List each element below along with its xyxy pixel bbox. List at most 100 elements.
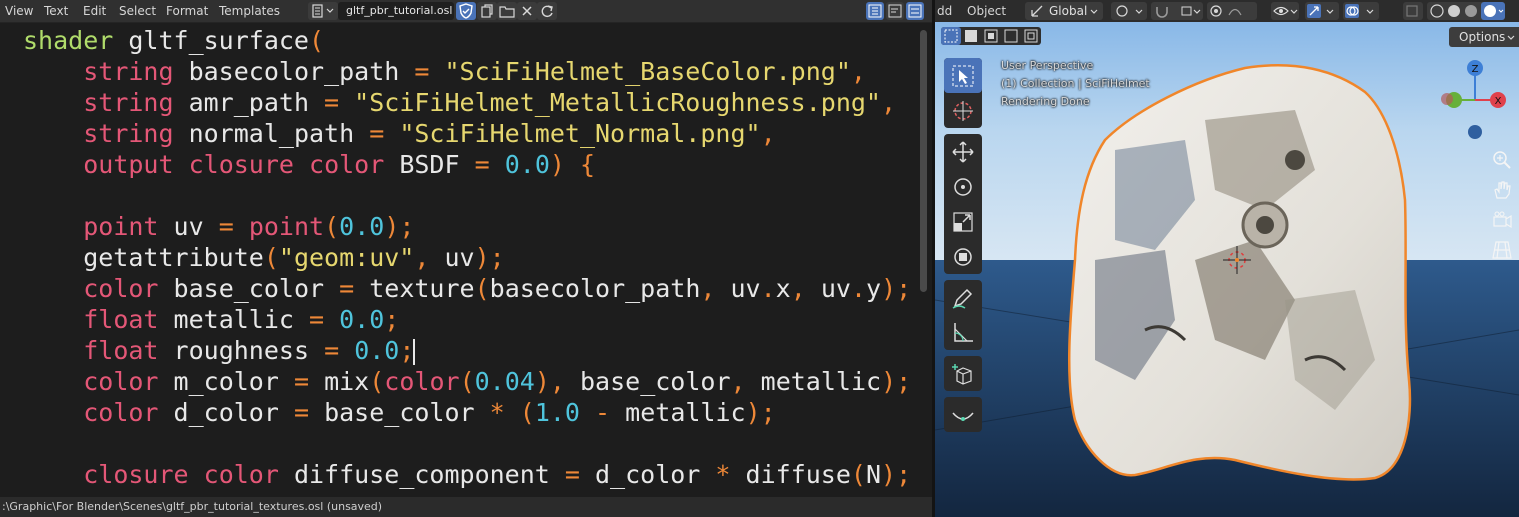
zoom-button[interactable] [1490, 148, 1514, 178]
code-token: ( [850, 460, 866, 489]
code-token: 1.0 [534, 398, 580, 427]
code-line[interactable]: float metallic = 0.0; [0, 304, 918, 335]
code-line[interactable]: float roughness = 0.0; [0, 335, 918, 366]
code-token: ( [308, 26, 325, 55]
code-token: color [203, 460, 279, 489]
text-document-icon [312, 4, 334, 18]
fake-user-button[interactable] [456, 2, 476, 20]
visibility-dropdown[interactable] [1271, 2, 1299, 20]
snap-dropdown[interactable] [1151, 2, 1203, 20]
xray-toggle[interactable] [1403, 2, 1423, 20]
menu-view[interactable]: View [1, 0, 37, 22]
tool-annotate[interactable] [944, 280, 982, 315]
code-line[interactable]: color base_color = texture(basecolor_pat… [0, 273, 918, 304]
code-line[interactable] [0, 428, 918, 459]
code-line[interactable]: color d_color = base_color * (1.0 - meta… [0, 397, 918, 428]
code-token: color [83, 367, 159, 396]
cursor-icon [953, 101, 973, 121]
grid-icon [1492, 241, 1512, 259]
tool-rotate[interactable] [944, 169, 982, 204]
menu-object[interactable]: Object [967, 0, 1006, 22]
helmet-vent-hole [1285, 150, 1305, 170]
file-path-status: :\Graphic\For Blender\Scenes\gltf_pbr_tu… [2, 500, 383, 513]
tool-bend[interactable] [944, 397, 982, 432]
duplicate-text-button[interactable] [477, 2, 497, 20]
overlays-toggle[interactable] [1343, 2, 1379, 20]
vertical-scrollbar[interactable] [920, 30, 927, 292]
code-token: N [865, 460, 882, 489]
code-token: d_color [158, 398, 294, 427]
code-token: amr_path [173, 88, 325, 117]
shading-mode-buttons[interactable] [1427, 2, 1505, 20]
syntax-highlight-toggle[interactable] [906, 2, 924, 20]
tool-transform[interactable] [944, 239, 982, 274]
open-file-button[interactable] [497, 2, 517, 20]
folder-icon [499, 6, 515, 18]
proportional-edit-dropdown[interactable] [1207, 2, 1257, 20]
navigation-gizmo[interactable]: Z X [1435, 60, 1515, 150]
code-area[interactable]: shader gltf_surface( string basecolor_pa… [0, 24, 918, 496]
code-token: 0.0 [339, 305, 385, 334]
viewport-header: dd Object Global [935, 0, 1519, 22]
bend-icon [952, 412, 974, 421]
menu-edit[interactable]: Edit [79, 0, 110, 22]
code-line[interactable]: point uv = point(0.0); [0, 211, 918, 242]
code-token: d_color [579, 460, 716, 489]
code-token: 0.0 [354, 336, 400, 365]
code-line[interactable]: shader gltf_surface( [0, 25, 918, 56]
tool-scale[interactable] [944, 204, 982, 239]
text-editor: View Text Edit Select Format Templates g… [0, 0, 934, 517]
ortho-toggle-button[interactable] [1490, 238, 1514, 268]
gizmo-neg-x-handle[interactable] [1441, 93, 1453, 105]
code-line[interactable]: string normal_path = "SciFiHelmet_Normal… [0, 118, 918, 149]
code-line[interactable]: closure color diffuse_component = d_colo… [0, 459, 918, 490]
unlink-text-button[interactable] [517, 2, 537, 20]
gizmo-toggle[interactable] [1305, 2, 1339, 20]
code-token: ) [549, 150, 565, 179]
code-token: ( [369, 367, 385, 396]
code-token: ; [399, 336, 415, 365]
menu-text[interactable]: Text [40, 0, 72, 22]
code-token: ), [534, 367, 565, 396]
text-browse-button[interactable] [308, 2, 338, 20]
pivot-point-dropdown[interactable] [1111, 2, 1147, 20]
code-line[interactable]: string amr_path = "SciFiHelmet_MetallicR… [0, 87, 918, 118]
code-line[interactable]: output closure color BSDF = 0.0) { [0, 149, 918, 180]
file-name-field[interactable]: gltf_pbr_tutorial.osl [338, 2, 454, 20]
tool-move[interactable] [944, 134, 982, 169]
menu-select[interactable]: Select [115, 0, 160, 22]
code-line[interactable]: color m_color = mix(color(0.04), base_co… [0, 366, 918, 397]
code-token: = [218, 212, 234, 241]
code-line[interactable]: getattribute("geom:uv", uv); [0, 242, 918, 273]
line-numbers-toggle[interactable] [866, 2, 884, 20]
tool-cursor[interactable] [944, 93, 982, 128]
pan-button[interactable] [1490, 178, 1514, 208]
code-token: ); [881, 274, 912, 303]
helmet-model[interactable] [1068, 64, 1412, 481]
selection-mode-buttons[interactable] [941, 27, 1041, 45]
word-wrap-toggle[interactable] [886, 2, 904, 20]
code-line[interactable]: string basecolor_path = "SciFiHelmet_Bas… [0, 56, 918, 87]
3d-viewport[interactable]: dd Object Global Options User Perspectiv… [935, 0, 1519, 517]
gizmo-neg-z-handle[interactable] [1468, 125, 1482, 139]
menu-templates[interactable]: Templates [215, 0, 284, 22]
transform-orientation-dropdown[interactable]: Global [1025, 2, 1103, 20]
camera-view-button[interactable] [1490, 208, 1514, 238]
code-line[interactable] [0, 180, 918, 211]
viewport-perspective-label: User Perspective [1001, 59, 1094, 72]
code-token: normal_path [173, 119, 370, 148]
tool-select-box[interactable] [944, 58, 982, 93]
tool-add-cube[interactable] [944, 356, 982, 391]
pencil-icon [952, 288, 973, 309]
code-token: "SciFiHelmet_Normal.png" [399, 119, 761, 148]
reload-button[interactable] [537, 2, 557, 20]
tool-measure[interactable] [944, 315, 982, 350]
menu-add-partial[interactable]: dd [937, 0, 952, 22]
menu-format[interactable]: Format [162, 0, 212, 22]
